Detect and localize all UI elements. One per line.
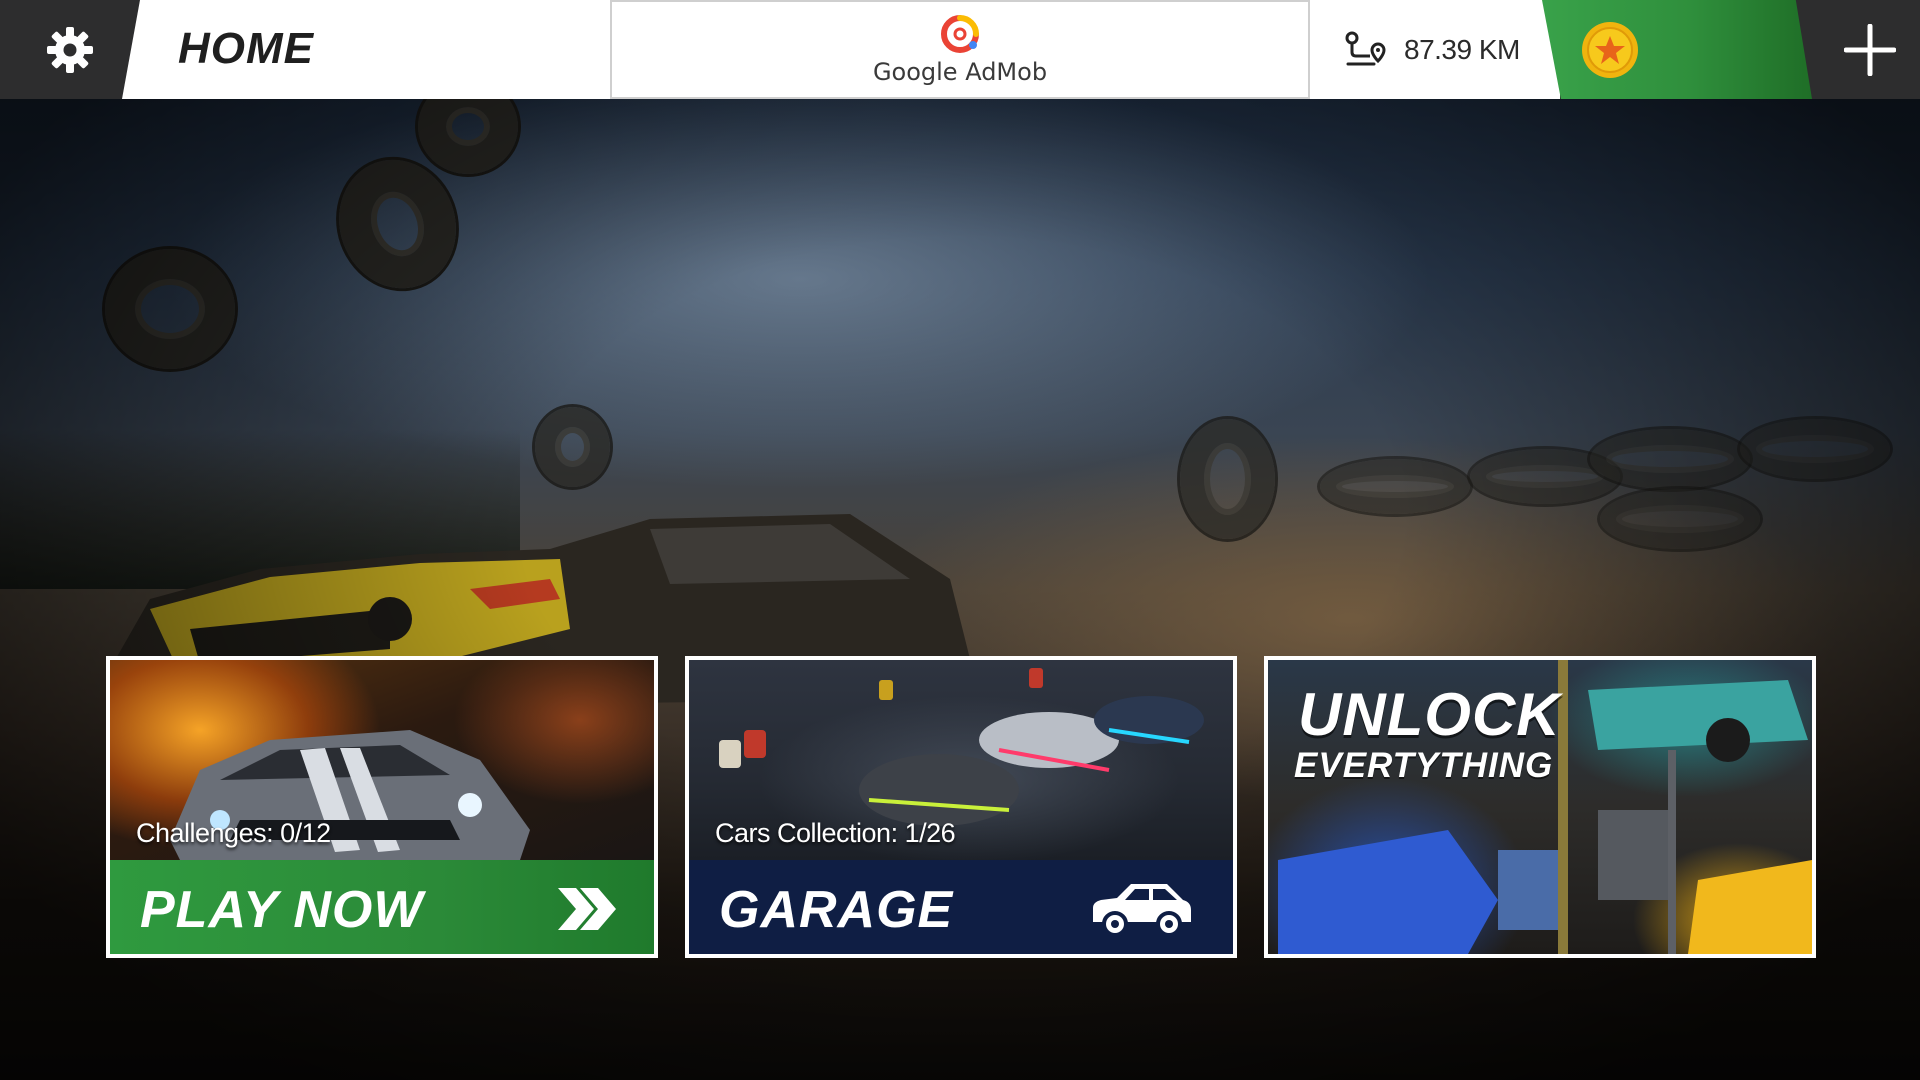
admob-logo <box>941 14 979 53</box>
garage-label: GARAGE <box>719 881 954 939</box>
double-chevron-right-icon <box>558 888 616 930</box>
page-title: HOME <box>178 24 314 73</box>
garage-card[interactable]: Cars Collection: 1/26 GARAGE <box>685 656 1237 958</box>
route-icon <box>1345 31 1386 65</box>
challenges-progress: Challenges: 0/12 <box>136 818 331 848</box>
tire-stack <box>1600 489 1760 549</box>
flying-tire <box>535 407 610 487</box>
flying-tire <box>105 249 235 369</box>
coin-star-icon <box>1582 22 1638 78</box>
car-icon <box>1093 884 1191 937</box>
play-now-label: PLAY NOW <box>140 881 424 939</box>
add-coins-button[interactable] <box>1820 0 1920 99</box>
play-now-card[interactable]: Challenges: 0/12 PLAY NOW <box>106 656 658 958</box>
distance-value: 87.39 KM <box>1404 33 1520 65</box>
cars-collection-progress: Cars Collection: 1/26 <box>715 818 956 848</box>
ad-label: Google AdMob <box>872 57 1048 86</box>
ad-banner[interactable]: Google AdMob <box>610 0 1310 99</box>
gear-icon <box>47 26 93 73</box>
plus-icon <box>1844 23 1896 76</box>
tire-stack <box>1740 419 1890 479</box>
distance-display: 87.39 KM <box>1310 0 1560 99</box>
garage-button[interactable]: GARAGE <box>689 860 1233 954</box>
play-now-button[interactable]: PLAY NOW <box>110 860 654 954</box>
treeline <box>0 429 520 589</box>
flying-tire <box>418 99 518 174</box>
tire-stack <box>1470 449 1620 504</box>
tire-stack <box>1320 459 1470 514</box>
unlock-subtitle: EVERTYTHING <box>1294 746 1554 785</box>
flying-tire <box>321 143 474 305</box>
flying-tire <box>1180 419 1275 539</box>
unlock-title: UNLOCK <box>1298 681 1561 748</box>
unlock-everything-card[interactable]: UNLOCK EVERTYTHING <box>1264 656 1816 958</box>
settings-button[interactable] <box>0 0 140 99</box>
tire-stack <box>1590 429 1750 489</box>
top-bar: HOME Google AdMob 87.39 KM <box>0 0 1920 99</box>
